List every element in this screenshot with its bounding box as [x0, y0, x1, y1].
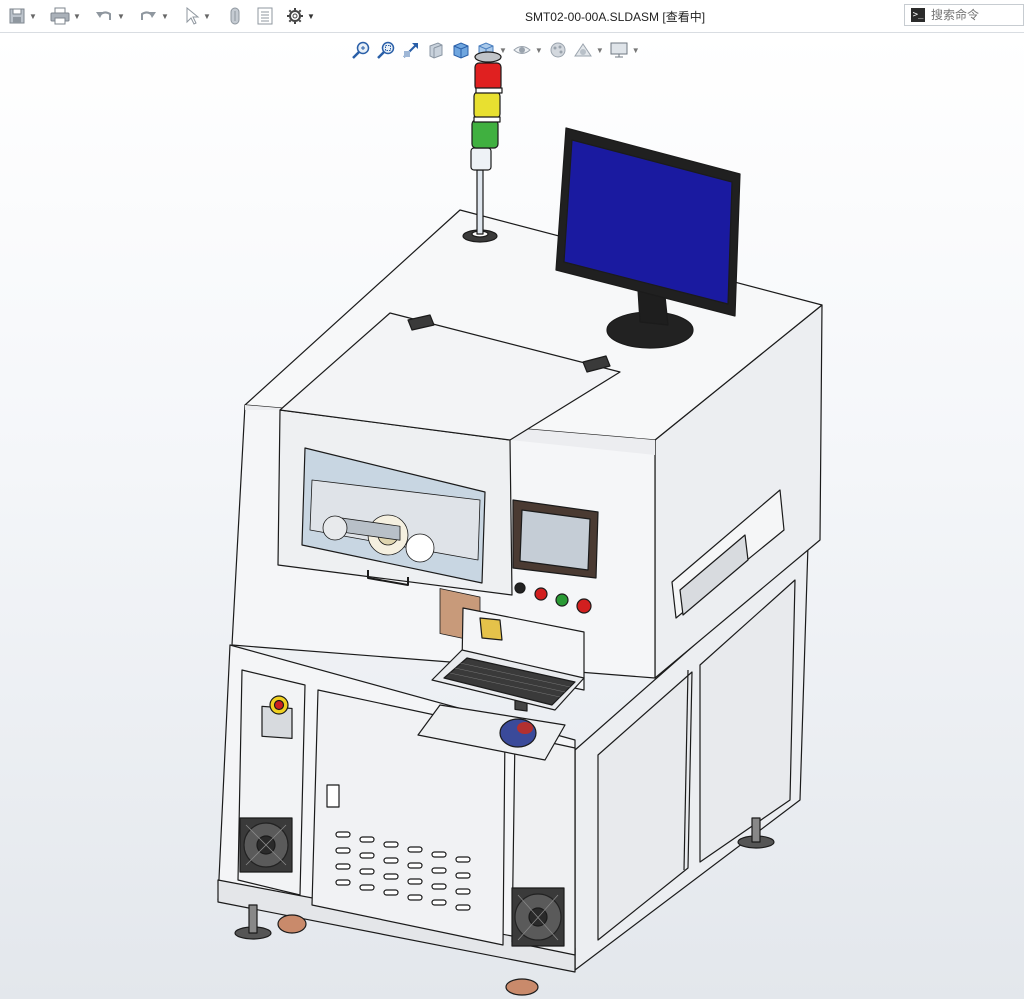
- green-push-button[interactable]: [555, 593, 569, 607]
- red-push-button[interactable]: [534, 587, 548, 601]
- left-cooling-fan: [239, 817, 293, 873]
- file-properties-button[interactable]: [256, 4, 274, 28]
- undo-button[interactable]: ▼: [94, 4, 125, 28]
- options-button[interactable]: ▼: [286, 4, 315, 28]
- print-dropdown-icon[interactable]: ▼: [73, 12, 81, 21]
- emergency-stop-button[interactable]: [576, 598, 592, 614]
- command-search-box[interactable]: >_: [904, 4, 1024, 26]
- barcode-scanner: [479, 617, 503, 641]
- select-dropdown-icon[interactable]: ▼: [203, 12, 211, 21]
- print-button[interactable]: ▼: [50, 4, 81, 28]
- right-cooling-fan: [511, 887, 565, 947]
- title-bar: ▼ ▼ ▼ ▼ ▼ ▼ SMT02-00-00A.SLDASM [查看中] >_: [0, 0, 1024, 33]
- options-dropdown-icon[interactable]: ▼: [307, 12, 315, 21]
- redo-icon: [141, 11, 156, 20]
- redo-button[interactable]: ▼: [138, 4, 169, 28]
- hmi-touchscreen[interactable]: [519, 509, 591, 571]
- red-light: [474, 62, 502, 91]
- undo-dropdown-icon[interactable]: ▼: [117, 12, 125, 21]
- graphics-area[interactable]: ▼ ▼ ▼ ▼: [0, 33, 1024, 999]
- select-icon: [186, 7, 200, 25]
- save-icon: [9, 8, 25, 24]
- select-button[interactable]: ▼: [184, 4, 211, 28]
- rebuild-button[interactable]: [228, 4, 242, 28]
- door-lock: [326, 784, 340, 808]
- save-button[interactable]: ▼: [8, 4, 37, 28]
- assembly-model[interactable]: [0, 33, 1024, 999]
- yellow-light: [473, 91, 501, 119]
- file-properties-icon: [257, 7, 273, 25]
- save-dropdown-icon[interactable]: ▼: [29, 12, 37, 21]
- undo-icon: [96, 11, 111, 20]
- print-icon: [50, 7, 70, 25]
- key-switch[interactable]: [514, 582, 526, 594]
- search-prompt-icon: >_: [911, 8, 925, 22]
- command-search-input[interactable]: [931, 8, 1011, 22]
- rebuild-icon: [230, 7, 240, 25]
- redo-dropdown-icon[interactable]: ▼: [161, 12, 169, 21]
- mouse: [499, 718, 537, 748]
- green-light: [471, 119, 499, 149]
- options-icon: [287, 8, 303, 24]
